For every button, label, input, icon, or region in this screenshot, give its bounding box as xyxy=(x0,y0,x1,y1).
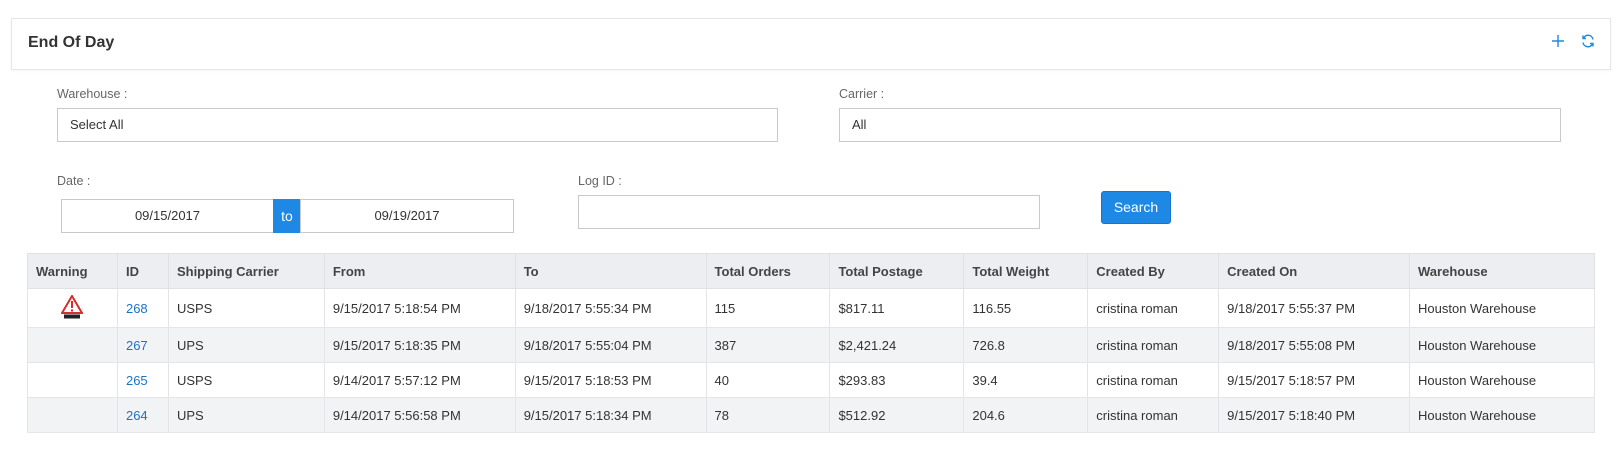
warehouse-cell: Houston Warehouse xyxy=(1409,288,1595,328)
date-range-to-addon: to xyxy=(273,199,301,233)
warning-cell xyxy=(27,327,118,363)
page-title: End Of Day xyxy=(28,34,115,51)
plus-icon[interactable] xyxy=(1550,33,1566,49)
column-header-warehouse[interactable]: Warehouse xyxy=(1409,253,1595,289)
warehouse-cell: Houston Warehouse xyxy=(1409,327,1595,363)
column-header-warning[interactable]: Warning xyxy=(27,253,118,289)
from-cell: 9/14/2017 5:56:58 PM xyxy=(323,397,516,433)
id-cell: 268 xyxy=(116,288,169,328)
carrier-label: Carrier : xyxy=(839,87,885,101)
date-to-input[interactable]: 09/19/2017 xyxy=(300,199,514,233)
table-row[interactable]: 267 UPS 9/15/2017 5:18:35 PM 9/18/2017 5… xyxy=(27,327,1595,363)
created-on-cell: 9/18/2017 5:55:37 PM xyxy=(1218,288,1411,328)
created-on-cell: 9/15/2017 5:18:40 PM xyxy=(1218,397,1411,433)
id-cell: 265 xyxy=(116,362,169,398)
log-id-link[interactable]: 267 xyxy=(126,338,148,353)
table-row[interactable]: 265 USPS 9/14/2017 5:57:12 PM 9/15/2017 … xyxy=(27,362,1595,398)
column-header-from[interactable]: From xyxy=(323,253,516,289)
log-id-link[interactable]: 265 xyxy=(126,373,148,388)
warning-icon[interactable] xyxy=(60,293,85,322)
total-postage-cell: $817.11 xyxy=(829,288,965,328)
warning-cell xyxy=(27,288,118,328)
carrier-cell: USPS xyxy=(167,288,325,328)
total-weight-cell: 204.6 xyxy=(963,397,1089,433)
created-by-cell: cristina roman xyxy=(1087,362,1220,398)
from-cell: 9/15/2017 5:18:35 PM xyxy=(323,327,516,363)
column-header-total-weight[interactable]: Total Weight xyxy=(963,253,1089,289)
warehouse-label: Warehouse : xyxy=(57,87,128,101)
date-label: Date : xyxy=(57,174,91,188)
date-from-input[interactable]: 09/15/2017 xyxy=(61,199,274,233)
table-header-row: Warning ID Shipping Carrier From To Tota… xyxy=(27,253,1595,289)
carrier-cell: UPS xyxy=(167,397,325,433)
warehouse-cell: Houston Warehouse xyxy=(1409,397,1595,433)
column-header-created-by[interactable]: Created By xyxy=(1087,253,1220,289)
to-cell: 9/18/2017 5:55:34 PM xyxy=(514,288,707,328)
column-header-created-on[interactable]: Created On xyxy=(1218,253,1411,289)
total-postage-cell: $293.83 xyxy=(829,362,965,398)
warehouse-cell: Houston Warehouse xyxy=(1409,362,1595,398)
created-by-cell: cristina roman xyxy=(1087,397,1220,433)
created-by-cell: cristina roman xyxy=(1087,327,1220,363)
search-button[interactable]: Search xyxy=(1101,191,1171,224)
total-orders-cell: 78 xyxy=(705,397,831,433)
to-cell: 9/15/2017 5:18:53 PM xyxy=(514,362,707,398)
end-of-day-table: Warning ID Shipping Carrier From To Tota… xyxy=(27,253,1595,433)
warehouse-select[interactable]: Select All xyxy=(57,108,778,142)
warning-cell xyxy=(27,362,118,398)
log-id-link[interactable]: 264 xyxy=(126,408,148,423)
id-cell: 264 xyxy=(116,397,169,433)
from-cell: 9/14/2017 5:57:12 PM xyxy=(323,362,516,398)
carrier-cell: UPS xyxy=(167,327,325,363)
table-row[interactable]: 268 USPS 9/15/2017 5:18:54 PM 9/18/2017 … xyxy=(27,288,1595,328)
warning-cell xyxy=(27,397,118,433)
total-postage-cell: $512.92 xyxy=(829,397,965,433)
total-orders-cell: 115 xyxy=(705,288,831,328)
end-of-day-panel-header: End Of Day xyxy=(11,18,1611,70)
total-orders-cell: 40 xyxy=(705,362,831,398)
column-header-id[interactable]: ID xyxy=(116,253,169,289)
to-cell: 9/18/2017 5:55:04 PM xyxy=(514,327,707,363)
table-row[interactable]: 264 UPS 9/14/2017 5:56:58 PM 9/15/2017 5… xyxy=(27,397,1595,433)
log-id-link[interactable]: 268 xyxy=(126,301,148,316)
carrier-cell: USPS xyxy=(167,362,325,398)
total-weight-cell: 726.8 xyxy=(963,327,1089,363)
panel-tools xyxy=(1550,33,1596,49)
created-on-cell: 9/18/2017 5:55:08 PM xyxy=(1218,327,1411,363)
log-id-input[interactable] xyxy=(578,195,1040,229)
created-by-cell: cristina roman xyxy=(1087,288,1220,328)
created-on-cell: 9/15/2017 5:18:57 PM xyxy=(1218,362,1411,398)
total-postage-cell: $2,421.24 xyxy=(829,327,965,363)
carrier-select[interactable]: All xyxy=(839,108,1561,142)
total-weight-cell: 39.4 xyxy=(963,362,1089,398)
refresh-icon[interactable] xyxy=(1580,33,1596,49)
column-header-shipping-carrier[interactable]: Shipping Carrier xyxy=(167,253,325,289)
total-weight-cell: 116.55 xyxy=(963,288,1089,328)
id-cell: 267 xyxy=(116,327,169,363)
total-orders-cell: 387 xyxy=(705,327,831,363)
column-header-total-postage[interactable]: Total Postage xyxy=(829,253,965,289)
column-header-total-orders[interactable]: Total Orders xyxy=(705,253,831,289)
log-id-label: Log ID : xyxy=(578,174,622,188)
column-header-to[interactable]: To xyxy=(514,253,707,289)
to-cell: 9/15/2017 5:18:34 PM xyxy=(514,397,707,433)
from-cell: 9/15/2017 5:18:54 PM xyxy=(323,288,516,328)
